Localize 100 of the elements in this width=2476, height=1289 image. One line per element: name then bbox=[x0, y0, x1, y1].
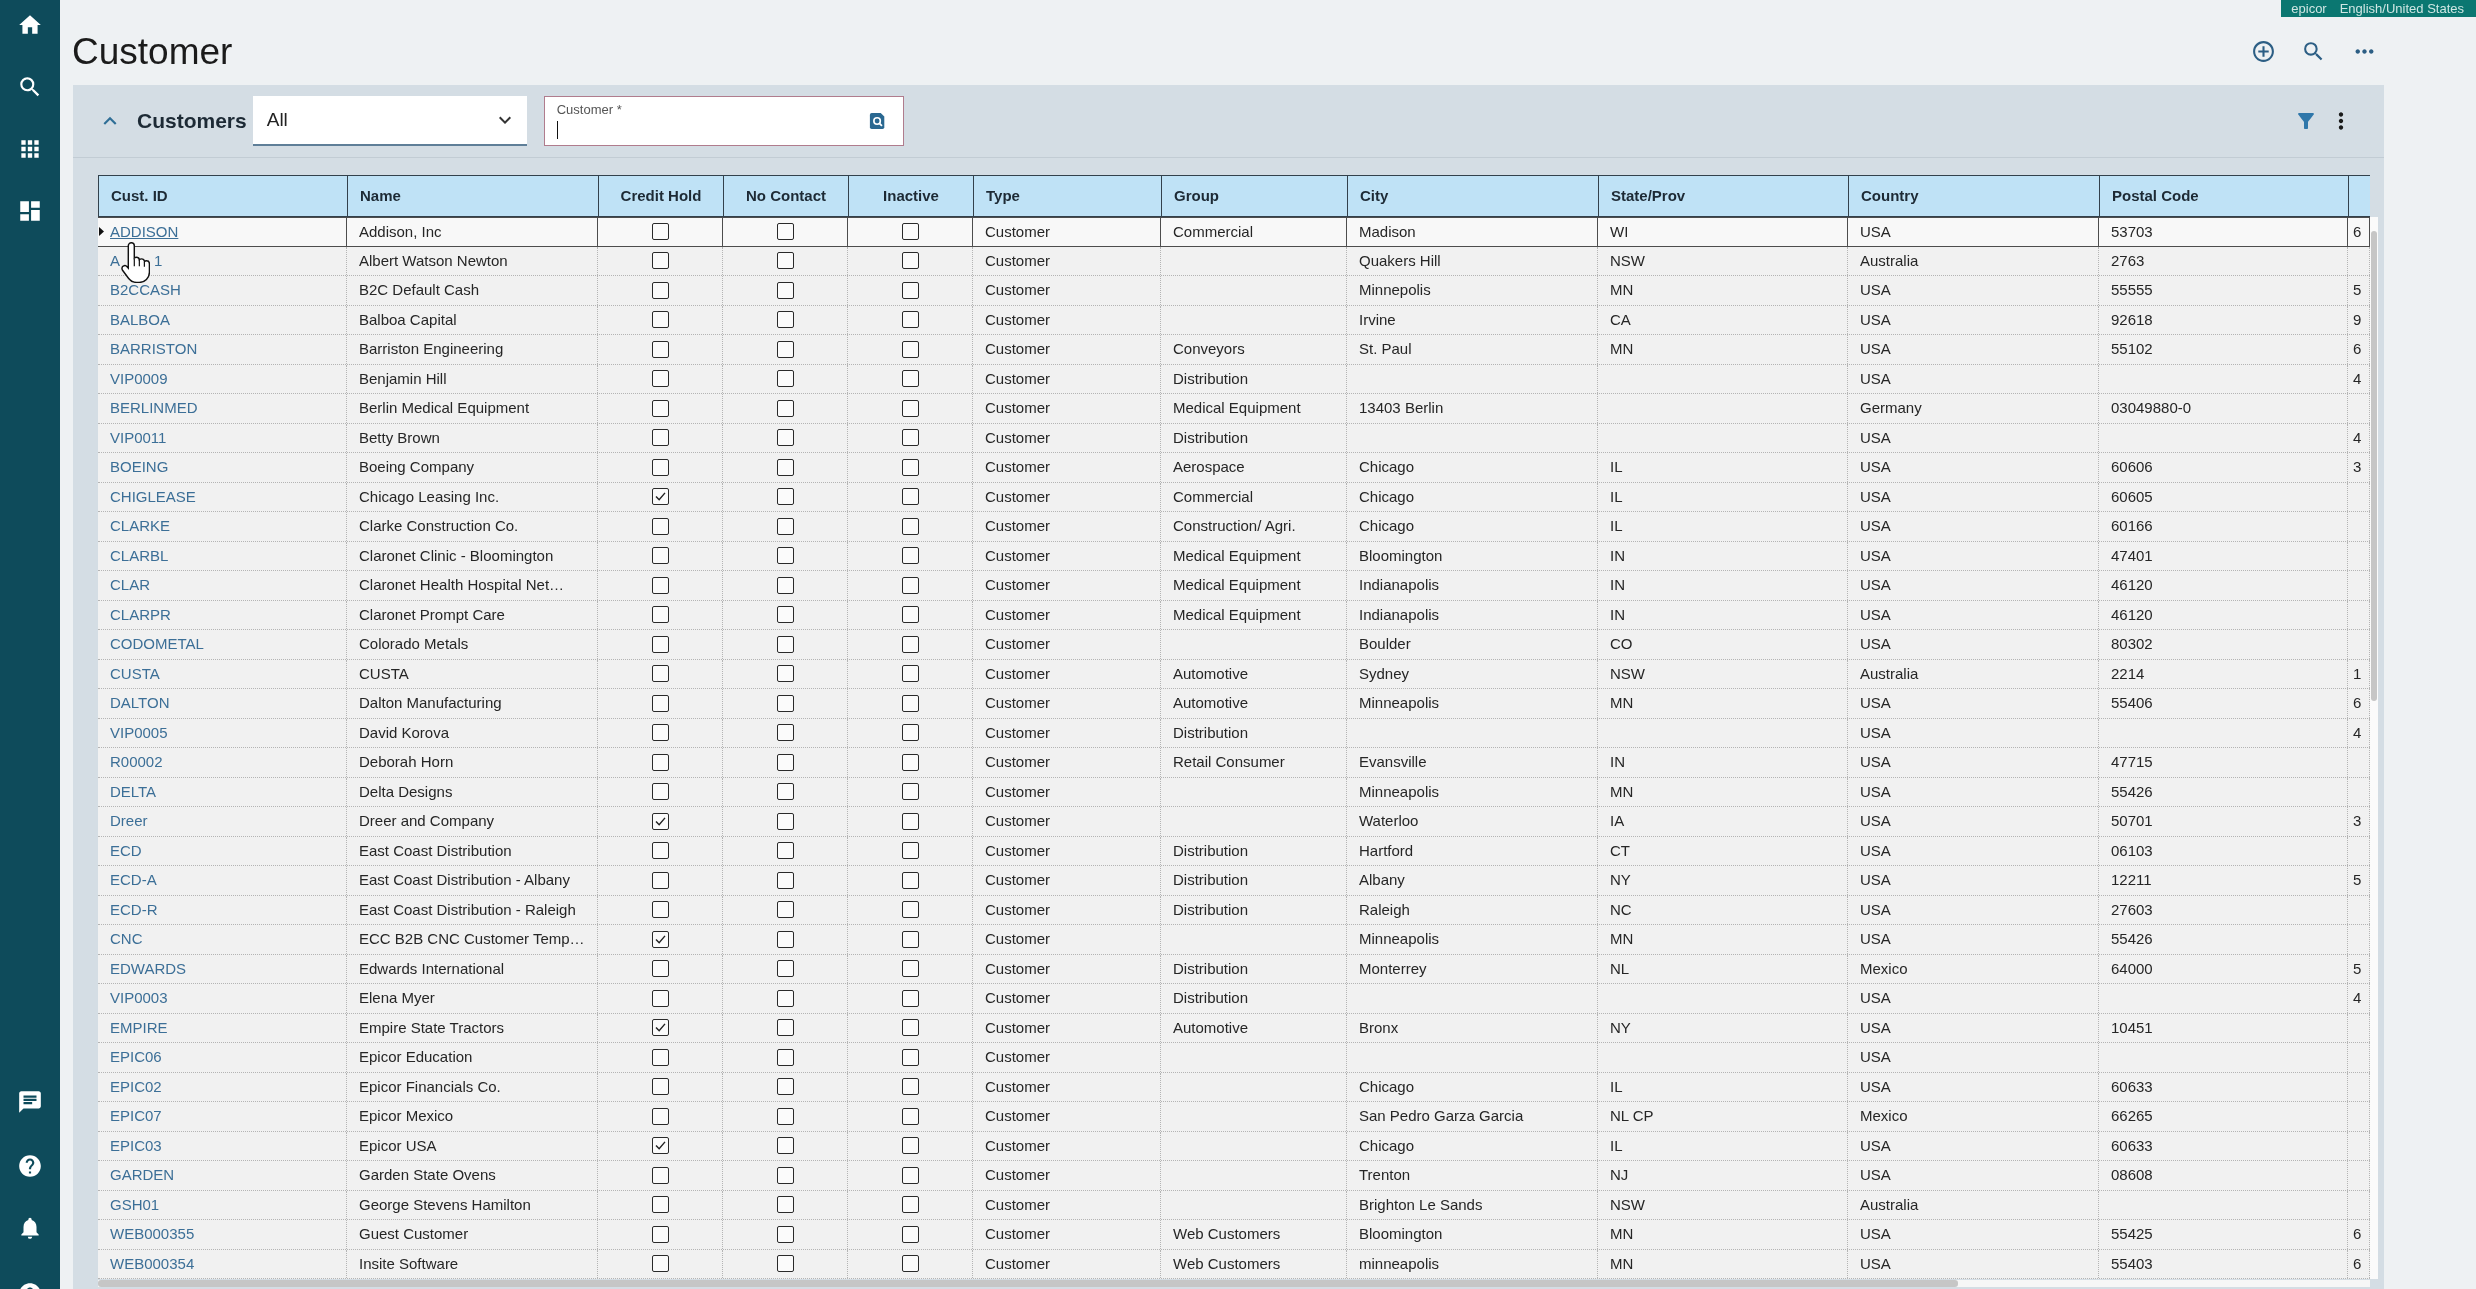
table-row[interactable]: EPIC07 Epicor Mexico Customer San Pedro Garza Garcia NL CP Mexico 66265 bbox=[98, 1102, 2370, 1132]
checkbox[interactable] bbox=[901, 1137, 919, 1155]
table-row[interactable]: CLARBL Claronet Clinic - Bloomington Customer Medical Equipment Bloomington IN USA 47401 bbox=[98, 541, 2370, 571]
column-header[interactable]: Postal Code bbox=[2100, 176, 2349, 216]
table-row[interactable]: CODOMETAL Colorado Metals Customer Boulder CO USA 80302 bbox=[98, 630, 2370, 660]
checkbox[interactable] bbox=[651, 517, 669, 535]
checkbox[interactable] bbox=[901, 812, 919, 830]
checkbox[interactable] bbox=[776, 960, 794, 978]
table-row[interactable]: ECD-R East Coast Distribution - Raleigh Customer Distribution Raleigh NC USA 27603 bbox=[98, 895, 2370, 925]
checkbox[interactable] bbox=[901, 429, 919, 447]
table-row[interactable]: VIP0009 Benjamin Hill Customer Distribution USA 4 bbox=[98, 364, 2370, 394]
customer-id-link[interactable]: VIP0009 bbox=[110, 367, 168, 390]
checkbox[interactable] bbox=[651, 960, 669, 978]
checkbox[interactable] bbox=[651, 1107, 669, 1125]
column-header[interactable]: Group bbox=[1162, 176, 1348, 216]
checkbox[interactable] bbox=[651, 1019, 669, 1037]
table-row[interactable]: BARRISTON Barriston Engineering Customer Conveyors St. Paul MN USA 55102 6 bbox=[98, 335, 2370, 365]
checkbox[interactable] bbox=[901, 252, 919, 270]
checkbox[interactable] bbox=[901, 960, 919, 978]
checkbox[interactable] bbox=[776, 1196, 794, 1214]
checkbox[interactable] bbox=[776, 311, 794, 329]
checkbox[interactable] bbox=[901, 1078, 919, 1096]
checkbox[interactable] bbox=[901, 842, 919, 860]
table-row[interactable]: B2CCASH B2C Default Cash Customer Minnepolis MN USA 55555 5 bbox=[98, 276, 2370, 306]
checkbox[interactable] bbox=[901, 281, 919, 299]
document-search-icon[interactable] bbox=[868, 112, 887, 130]
column-header[interactable]: Inactive bbox=[849, 176, 974, 216]
checkbox[interactable] bbox=[901, 547, 919, 565]
customer-id-link[interactable]: EPIC06 bbox=[110, 1046, 162, 1069]
customer-id-link[interactable]: Dreer bbox=[110, 810, 148, 833]
column-header[interactable]: No Contact bbox=[724, 176, 849, 216]
checkbox[interactable] bbox=[901, 370, 919, 388]
checkbox[interactable] bbox=[651, 753, 669, 771]
checkbox[interactable] bbox=[651, 1137, 669, 1155]
filter-dropdown[interactable]: All bbox=[252, 96, 527, 146]
checkbox[interactable] bbox=[651, 547, 669, 565]
checkbox[interactable] bbox=[776, 1078, 794, 1096]
checkbox[interactable] bbox=[651, 1048, 669, 1066]
checkbox[interactable] bbox=[651, 223, 669, 241]
checkbox[interactable] bbox=[776, 665, 794, 683]
checkbox[interactable] bbox=[776, 635, 794, 653]
table-row[interactable]: CUSTA CUSTA Customer Automotive Sydney NSW Australia 2214 1 bbox=[98, 659, 2370, 689]
table-row[interactable]: BERLINMED Berlin Medical Equipment Customer Medical Equipment 13403 Berlin Germany 03049880-0 bbox=[98, 394, 2370, 424]
customer-id-link[interactable]: ECD bbox=[110, 839, 142, 862]
table-row[interactable]: Dreer Dreer and Company Customer Waterloo IA USA 50701 3 bbox=[98, 807, 2370, 837]
customer-id-link[interactable]: VIP0003 bbox=[110, 987, 168, 1010]
column-header[interactable]: City bbox=[1348, 176, 1599, 216]
customer-id-link[interactable]: CNC bbox=[110, 928, 143, 951]
checkbox[interactable] bbox=[651, 989, 669, 1007]
customer-id-link[interactable]: GSH01 bbox=[110, 1193, 160, 1216]
table-row[interactable]: GARDEN Garden State Ovens Customer Trenton NJ USA 08608 bbox=[98, 1161, 2370, 1191]
table-row[interactable]: GSH01 George Stevens Hamilton Customer Brighton Le Sands NSW Australia bbox=[98, 1190, 2370, 1220]
checkbox[interactable] bbox=[651, 635, 669, 653]
checkbox[interactable] bbox=[776, 1048, 794, 1066]
help-icon[interactable] bbox=[17, 1153, 43, 1179]
checkbox[interactable] bbox=[901, 724, 919, 742]
table-row[interactable]: BALBOA Balboa Capital Customer Irvine CA USA 92618 9 bbox=[98, 305, 2370, 335]
customer-id-link[interactable]: CLARPR bbox=[110, 603, 171, 626]
table-row[interactable]: CNC ECC B2B CNC Customer Temp… Customer Minneapolis MN USA 55426 bbox=[98, 925, 2370, 955]
table-row[interactable]: CLARKE Clarke Construction Co. Customer Construction/ Agri. Chicago IL USA 60166 bbox=[98, 512, 2370, 542]
column-header[interactable]: Type bbox=[974, 176, 1162, 216]
customer-id-link[interactable]: 1 bbox=[154, 249, 163, 272]
customer-id-link[interactable]: DALTON bbox=[110, 692, 170, 715]
customer-id-link[interactable]: WEB000354 bbox=[110, 1252, 195, 1275]
checkbox[interactable] bbox=[776, 842, 794, 860]
checkbox[interactable] bbox=[776, 517, 794, 535]
checkbox[interactable] bbox=[901, 399, 919, 417]
checkbox[interactable] bbox=[901, 1048, 919, 1066]
checkbox[interactable] bbox=[651, 606, 669, 624]
table-row[interactable]: EPIC06 Epicor Education Customer USA bbox=[98, 1043, 2370, 1073]
checkbox[interactable] bbox=[901, 606, 919, 624]
customer-id-link[interactable]: EPIC02 bbox=[110, 1075, 162, 1098]
customer-id-link[interactable]: ECD-A bbox=[110, 869, 157, 892]
scrollbar-thumb[interactable] bbox=[2371, 231, 2377, 701]
customer-id-link[interactable]: CUSTA bbox=[110, 662, 160, 685]
table-row[interactable]: EPIC03 Epicor USA Customer Chicago IL USA 60633 bbox=[98, 1131, 2370, 1161]
customer-id-link[interactable]: EPIC03 bbox=[110, 1134, 162, 1157]
checkbox[interactable] bbox=[651, 458, 669, 476]
checkbox[interactable] bbox=[651, 1166, 669, 1184]
checkbox[interactable] bbox=[776, 901, 794, 919]
checkbox[interactable] bbox=[651, 1255, 669, 1273]
table-row[interactable]: WEB000354 Insite Software Customer Web Customers minneapolis MN USA 55403 6 bbox=[98, 1249, 2370, 1279]
checkbox[interactable] bbox=[651, 871, 669, 889]
table-row[interactable]: ECD East Coast Distribution Customer Distribution Hartford CT USA 06103 bbox=[98, 836, 2370, 866]
checkbox[interactable] bbox=[651, 429, 669, 447]
table-row[interactable]: CLAR Claronet Health Hospital Net… Customer Medical Equipment Indianapolis IN USA 46120 bbox=[98, 571, 2370, 601]
checkbox[interactable] bbox=[776, 488, 794, 506]
table-row[interactable]: ECD-A East Coast Distribution - Albany Customer Distribution Albany NY USA 12211 5 bbox=[98, 866, 2370, 896]
checkbox[interactable] bbox=[776, 753, 794, 771]
checkbox[interactable] bbox=[776, 930, 794, 948]
checkbox[interactable] bbox=[901, 1225, 919, 1243]
customer-id-link[interactable]: BALBOA bbox=[110, 308, 171, 331]
checkbox[interactable] bbox=[776, 989, 794, 1007]
customer-id-link[interactable]: VIP0011 bbox=[110, 426, 167, 449]
checkbox[interactable] bbox=[651, 842, 669, 860]
checkbox[interactable] bbox=[776, 1019, 794, 1037]
checkbox[interactable] bbox=[651, 370, 669, 388]
checkbox[interactable] bbox=[651, 724, 669, 742]
checkbox[interactable] bbox=[776, 399, 794, 417]
table-row[interactable]: WEB000355 Guest Customer Customer Web Customers Bloomington MN USA 55425 6 bbox=[98, 1220, 2370, 1250]
